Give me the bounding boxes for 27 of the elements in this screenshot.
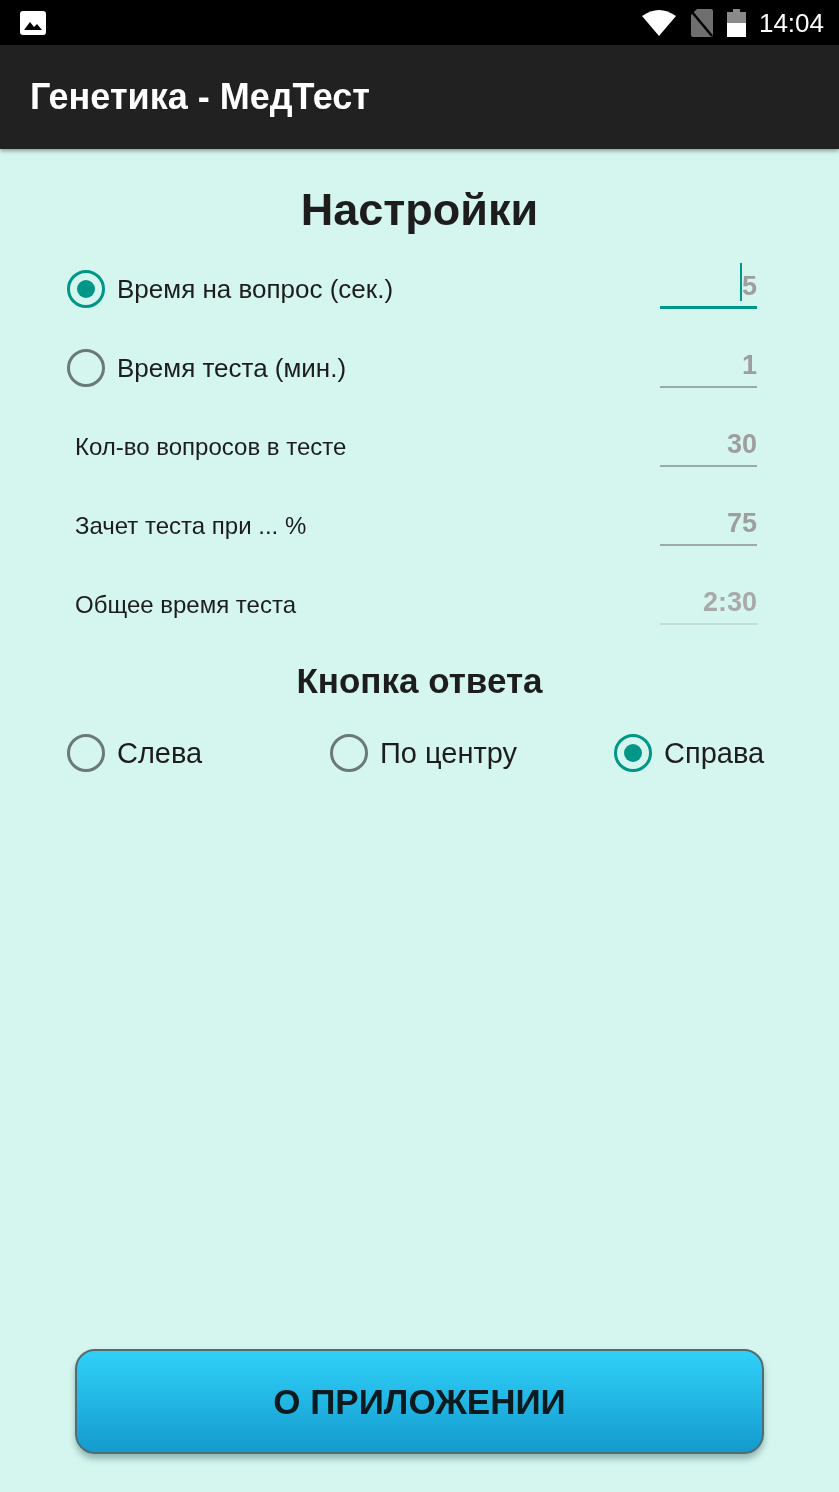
radio-button[interactable] (67, 269, 105, 308)
text-cursor-icon (739, 263, 742, 301)
radio-label: Время на вопрос (сек.) (117, 275, 394, 302)
number-field[interactable]: 5 (660, 268, 757, 309)
status-time: 14:04 (758, 9, 824, 36)
radio-button[interactable] (67, 734, 105, 772)
number-field[interactable]: 1 (660, 347, 757, 388)
image-icon (20, 10, 46, 35)
radio-label: Справа (664, 738, 765, 768)
radio-label: По центру (380, 738, 518, 768)
settings-heading: Настройки (300, 183, 539, 237)
radio-label: Слева (117, 738, 203, 768)
setting-label: Общее время теста (74, 592, 296, 617)
radio-label: Время теста (мин.) (117, 354, 347, 381)
setting-label: Зачет теста при ... % (74, 513, 307, 538)
no-sim-icon (690, 8, 713, 37)
about-button[interactable]: О ПРИЛОЖЕНИИ (75, 1349, 764, 1454)
setting-label: Кол-во вопросов в тесте (74, 434, 347, 459)
radio-button[interactable] (330, 734, 368, 772)
app-title: Генетика - МедТест (30, 79, 370, 115)
radio-button[interactable] (67, 348, 105, 387)
radio-button[interactable] (614, 734, 652, 772)
section-heading: Кнопка ответа (296, 660, 543, 702)
number-field[interactable]: 30 (660, 426, 757, 467)
number-field[interactable]: 75 (660, 505, 757, 546)
wifi-icon (641, 9, 676, 36)
battery-icon (726, 8, 746, 37)
